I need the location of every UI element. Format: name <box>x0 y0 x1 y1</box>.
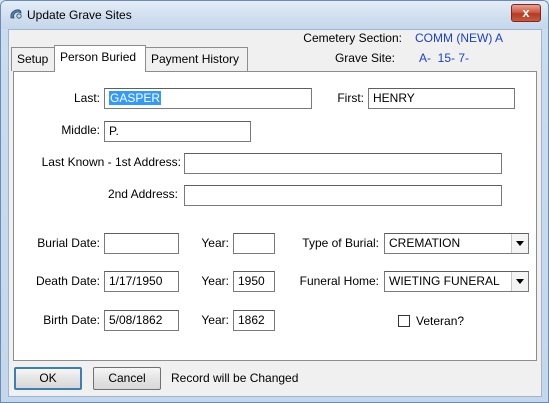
last-name-label: Last: <box>73 91 100 105</box>
ok-button[interactable]: OK <box>14 367 82 390</box>
veteran-label: Veteran? <box>416 314 465 328</box>
funeral-home-label: Funeral Home: <box>299 274 379 288</box>
death-date-label: Death Date: <box>35 274 100 288</box>
address1-field[interactable] <box>184 153 502 174</box>
chevron-down-icon[interactable] <box>511 234 528 253</box>
tab-setup[interactable]: Setup <box>11 47 55 71</box>
cemetery-section-value: COMM (NEW) A <box>415 31 503 45</box>
status-text: Record will be Changed <box>171 371 299 385</box>
close-button[interactable]: x <box>511 4 541 22</box>
first-name-field[interactable]: HENRY <box>368 88 515 109</box>
tab-person-buried[interactable]: Person Buried <box>54 45 146 72</box>
update-grave-sites-window: Update Grave Sites x Cemetery Section: C… <box>0 0 549 403</box>
address2-field[interactable] <box>184 185 502 206</box>
birth-year-label: Year: <box>201 313 229 327</box>
funeral-home-select[interactable]: WIETING FUNERAL <box>384 271 529 292</box>
person-buried-panel: Last: GASPER First: HENRY Middle: P. Las… <box>13 71 537 361</box>
close-icon: x <box>522 5 530 20</box>
middle-name-field[interactable]: P. <box>104 121 251 142</box>
burial-date-label: Burial Date: <box>37 236 100 250</box>
cemetery-section-label: Cemetery Section: <box>303 31 402 45</box>
first-name-label: First: <box>337 91 364 105</box>
window-title: Update Grave Sites <box>27 8 132 22</box>
type-of-burial-select[interactable]: CREMATION <box>384 233 529 254</box>
cancel-button[interactable]: Cancel <box>93 367 161 390</box>
chevron-down-icon[interactable] <box>511 272 528 291</box>
death-date-field[interactable]: 1/17/1950 <box>104 271 179 292</box>
death-year-field[interactable]: 1950 <box>233 271 275 292</box>
dialog-client-area: Cemetery Section: COMM (NEW) A Grave Sit… <box>8 29 542 397</box>
middle-name-label: Middle: <box>61 123 100 137</box>
birth-year-field[interactable]: 1862 <box>233 310 275 331</box>
birth-date-label: Birth Date: <box>43 313 100 327</box>
address2-label: 2nd Address: <box>107 187 178 201</box>
app-icon <box>10 9 22 19</box>
burial-year-field[interactable] <box>233 233 275 254</box>
title-bar[interactable]: Update Grave Sites x <box>1 1 548 29</box>
last-name-field[interactable]: GASPER <box>104 88 312 109</box>
grave-site-label: Grave Site: <box>334 51 395 65</box>
tab-payment-history[interactable]: Payment History <box>145 47 248 71</box>
veteran-checkbox[interactable] <box>398 315 410 327</box>
grave-site-value: A- 15- 7- <box>419 51 470 65</box>
burial-year-label: Year: <box>201 236 229 250</box>
birth-date-field[interactable]: 5/08/1862 <box>104 310 179 331</box>
address1-label: Last Known - 1st Address: <box>41 155 181 169</box>
burial-date-field[interactable] <box>104 233 179 254</box>
type-of-burial-label: Type of Burial: <box>302 236 379 250</box>
death-year-label: Year: <box>201 274 229 288</box>
